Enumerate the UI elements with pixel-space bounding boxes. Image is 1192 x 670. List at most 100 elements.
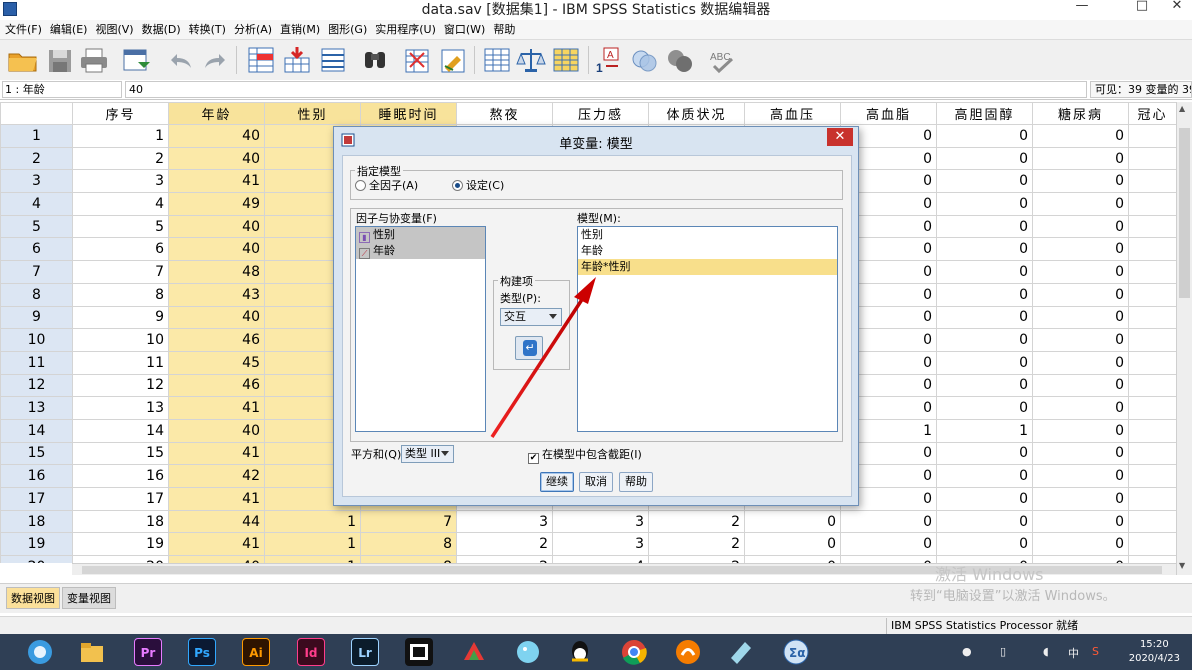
column-header[interactable]: 冠心 bbox=[1128, 102, 1176, 125]
table-cell[interactable]: 40 bbox=[168, 555, 265, 563]
table-cell[interactable]: 12 bbox=[72, 373, 169, 398]
row-number[interactable]: 6 bbox=[0, 237, 73, 262]
table-cell[interactable]: 0 bbox=[936, 192, 1033, 216]
table-cell[interactable]: 3 bbox=[456, 509, 553, 534]
goto-variable-icon[interactable] bbox=[280, 44, 314, 76]
row-number[interactable]: 18 bbox=[0, 509, 73, 534]
scroll-up-icon[interactable]: ▲ bbox=[1179, 104, 1185, 113]
table-cell[interactable] bbox=[1128, 214, 1176, 239]
table-cell[interactable]: 0 bbox=[936, 169, 1033, 194]
column-header[interactable]: 压力感 bbox=[552, 102, 649, 125]
tab-data-view[interactable]: 数据视图 bbox=[6, 587, 60, 609]
column-header[interactable]: 熬夜 bbox=[456, 102, 553, 125]
table-cell[interactable] bbox=[1128, 418, 1176, 443]
table-cell[interactable]: 0 bbox=[1032, 350, 1129, 375]
table-cell[interactable] bbox=[1128, 350, 1176, 375]
dialog-recall-icon[interactable] bbox=[120, 44, 154, 76]
table-cell[interactable]: 16 bbox=[72, 464, 169, 488]
menu-item[interactable]: 窗口(W) bbox=[441, 20, 488, 40]
table-cell[interactable]: 0 bbox=[936, 328, 1033, 352]
table-cell[interactable] bbox=[1128, 169, 1176, 194]
table-cell[interactable]: 0 bbox=[744, 509, 841, 534]
table-cell[interactable]: 8 bbox=[360, 532, 457, 557]
column-header[interactable]: 糖尿病 bbox=[1032, 102, 1129, 125]
menu-item[interactable]: 编辑(E) bbox=[47, 20, 91, 40]
row-number[interactable]: 2 bbox=[0, 146, 73, 171]
row-number[interactable]: 17 bbox=[0, 487, 73, 511]
table-cell[interactable]: 7 bbox=[360, 509, 457, 534]
row-number[interactable]: 20 bbox=[0, 555, 73, 563]
table-cell[interactable]: 0 bbox=[1032, 260, 1129, 284]
table-cell[interactable]: 0 bbox=[936, 214, 1033, 239]
model-term-age[interactable]: 年龄 bbox=[578, 243, 837, 259]
term-type-select[interactable]: 交互 bbox=[500, 308, 562, 326]
column-header[interactable]: 高血压 bbox=[744, 102, 841, 125]
tray-sogou-icon[interactable]: S bbox=[1092, 645, 1099, 658]
menu-item[interactable]: 直销(M) bbox=[277, 20, 323, 40]
table-cell[interactable]: 1 bbox=[264, 532, 361, 557]
show-all-variables-icon[interactable] bbox=[663, 44, 697, 76]
table-cell[interactable]: 0 bbox=[936, 146, 1033, 171]
table-cell[interactable]: 0 bbox=[1032, 509, 1129, 534]
redo-icon[interactable] bbox=[199, 44, 233, 76]
maximize-button[interactable]: □ bbox=[1127, 0, 1157, 16]
table-cell[interactable]: 48 bbox=[168, 260, 265, 284]
vertical-scrollbar[interactable]: ▲ ▼ bbox=[1176, 102, 1192, 575]
use-sets-icon[interactable] bbox=[628, 44, 662, 76]
bird-app-icon[interactable] bbox=[514, 638, 542, 666]
ime-indicator[interactable]: 中 bbox=[1068, 645, 1079, 661]
row-number[interactable]: 15 bbox=[0, 441, 73, 466]
video-editor-icon[interactable] bbox=[405, 638, 433, 666]
table-cell[interactable]: 0 bbox=[936, 282, 1033, 307]
row-number[interactable]: 4 bbox=[0, 192, 73, 216]
table-cell[interactable] bbox=[1128, 237, 1176, 262]
table-cell[interactable] bbox=[1128, 192, 1176, 216]
table-cell[interactable]: 0 bbox=[936, 509, 1033, 534]
table-cell[interactable]: 8 bbox=[72, 282, 169, 307]
table-cell[interactable]: 40 bbox=[168, 305, 265, 330]
table-cell[interactable]: 0 bbox=[1032, 146, 1129, 171]
table-cell[interactable]: 0 bbox=[1032, 328, 1129, 352]
menu-item[interactable]: 视图(V) bbox=[92, 20, 136, 40]
tray-qq-icon[interactable]: ● bbox=[962, 645, 972, 658]
table-cell[interactable]: 40 bbox=[168, 146, 265, 171]
taskbar-app-lr-icon[interactable]: Lr bbox=[351, 638, 379, 666]
table-cell[interactable]: 3 bbox=[552, 509, 649, 534]
undo-icon[interactable] bbox=[163, 44, 197, 76]
table-cell[interactable]: 17 bbox=[72, 487, 169, 511]
table-cell[interactable] bbox=[1128, 555, 1176, 563]
insert-variable-icon[interactable] bbox=[436, 44, 470, 76]
table-cell[interactable]: 0 bbox=[840, 532, 937, 557]
goto-case-icon[interactable] bbox=[244, 44, 278, 76]
table-cell[interactable]: 0 bbox=[936, 260, 1033, 284]
table-cell[interactable]: 41 bbox=[168, 532, 265, 557]
model-listbox[interactable]: 性别 年龄 年龄*性别 bbox=[577, 226, 838, 432]
value-labels-icon[interactable]: A1 bbox=[594, 44, 628, 76]
print-icon[interactable] bbox=[77, 44, 111, 76]
model-term-age-by-sex[interactable]: 年龄*性别 bbox=[578, 259, 837, 275]
row-number[interactable]: 3 bbox=[0, 169, 73, 194]
table-cell[interactable]: 0 bbox=[1032, 441, 1129, 466]
factors-listbox[interactable]: ▮ 性别 ⟋ 年龄 bbox=[355, 226, 486, 432]
table-cell[interactable]: 0 bbox=[1032, 396, 1129, 420]
continue-button[interactable]: 继续 bbox=[540, 472, 574, 492]
menu-item[interactable]: 数据(D) bbox=[139, 20, 184, 40]
table-cell[interactable]: 0 bbox=[1032, 192, 1129, 216]
table-cell[interactable]: 5 bbox=[72, 214, 169, 239]
split-file-icon[interactable] bbox=[480, 44, 514, 76]
find-icon[interactable] bbox=[358, 44, 392, 76]
table-cell[interactable]: 0 bbox=[936, 464, 1033, 488]
full-factorial-radio[interactable]: 全因子(A) bbox=[355, 179, 418, 193]
system-clock[interactable]: 15:20 2020/4/23 bbox=[1129, 638, 1180, 666]
table-cell[interactable]: 40 bbox=[168, 418, 265, 443]
start-icon[interactable] bbox=[26, 638, 54, 666]
table-cell[interactable]: 10 bbox=[72, 328, 169, 352]
wps-icon[interactable] bbox=[460, 638, 488, 666]
table-cell[interactable]: 0 bbox=[936, 532, 1033, 557]
row-number[interactable]: 10 bbox=[0, 328, 73, 352]
table-cell[interactable]: 1 bbox=[264, 509, 361, 534]
spelling-icon[interactable]: ABC bbox=[706, 44, 740, 76]
column-header[interactable]: 年龄 bbox=[168, 102, 265, 125]
chrome-icon[interactable] bbox=[620, 638, 648, 666]
dialog-close-button[interactable]: ✕ bbox=[827, 128, 853, 146]
